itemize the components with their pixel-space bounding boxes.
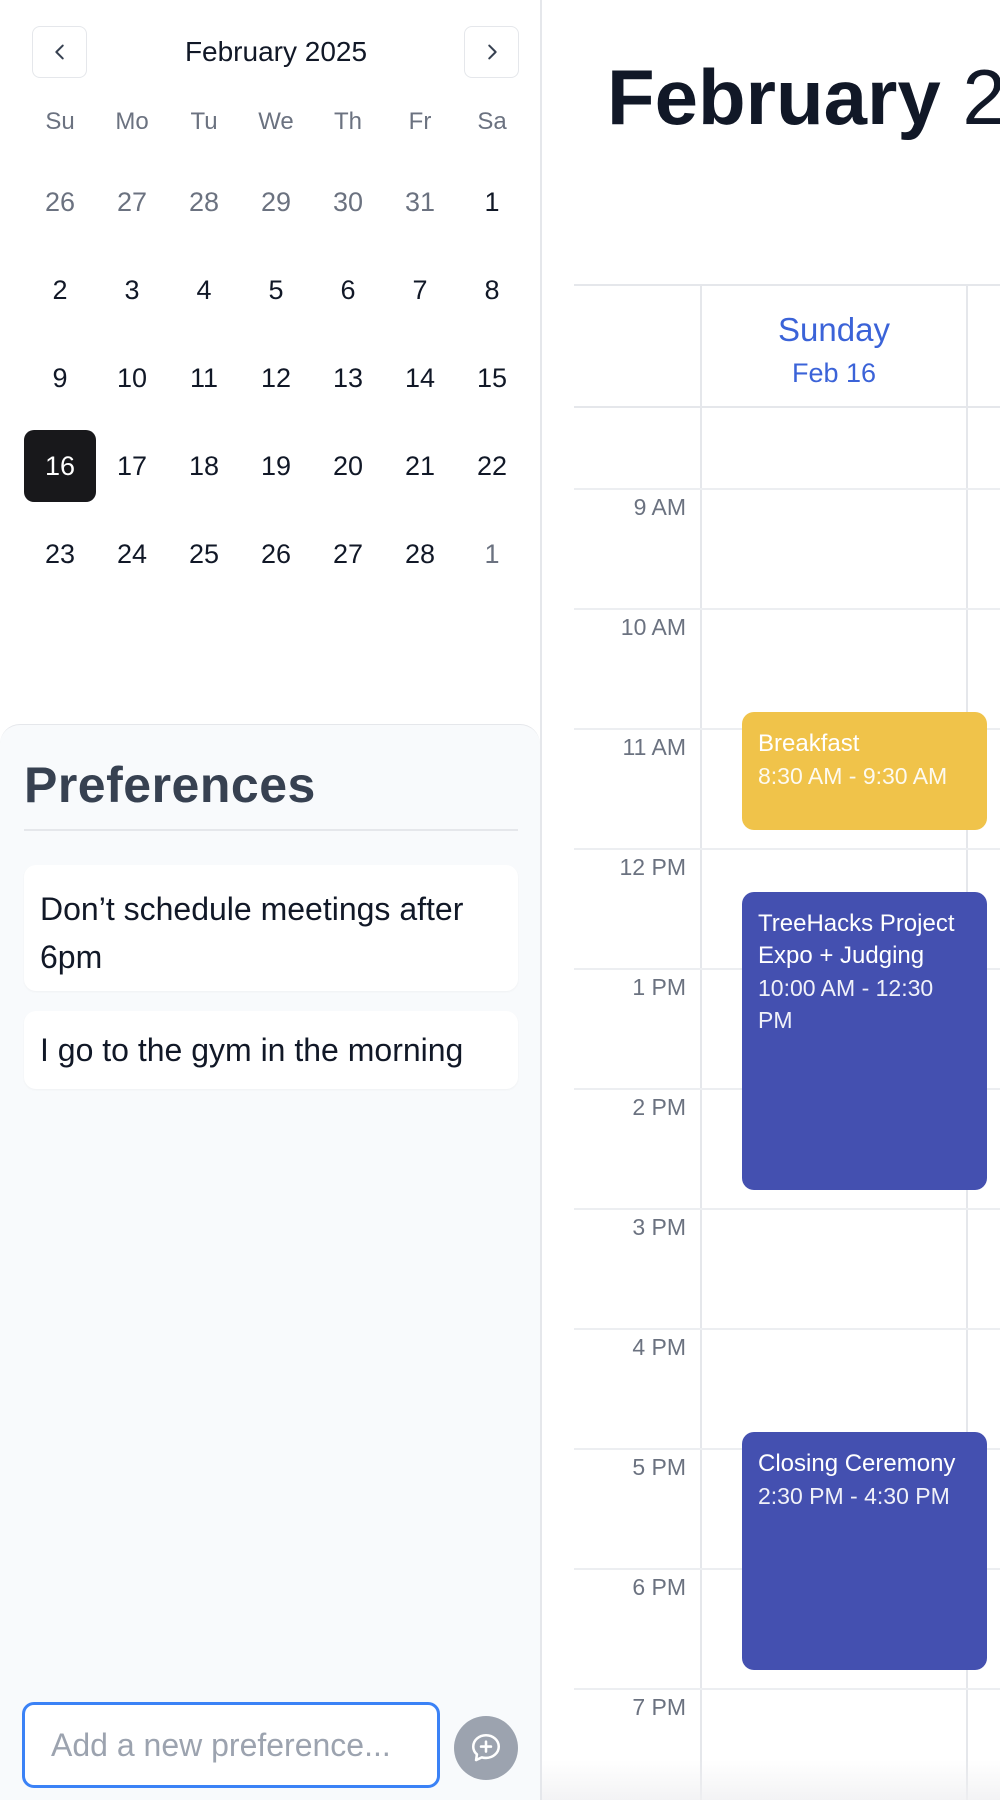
day-cell[interactable]: 5 [240, 254, 312, 326]
hour-label: 12 PM [619, 854, 686, 880]
day-cell[interactable]: 15 [456, 342, 528, 414]
day-cell[interactable]: 6 [312, 254, 384, 326]
hour-gridline [574, 848, 1000, 850]
day-cell[interactable]: 25 [168, 518, 240, 590]
calendar-title-month: February [607, 53, 941, 141]
header-separator [574, 406, 1000, 408]
hour-label: 10 AM [620, 614, 686, 640]
mini-calendar-day-grid: 26 27 28 29 30 31 1 2 3 4 5 6 7 8 9 10 11 12 13 14 15 16 17 18 1… [24, 160, 528, 600]
event-title: Breakfast [758, 730, 860, 757]
event-title: Closing Ceremony [758, 1450, 956, 1477]
day-cell[interactable]: 20 [312, 430, 384, 502]
calendar-title-year: 2025 [962, 53, 1000, 141]
chevron-left-icon [54, 44, 64, 60]
day-cell[interactable]: 1 [456, 518, 528, 590]
event-title: TreeHacks Project Expo + Judging [758, 910, 955, 969]
day-cell[interactable]: 18 [168, 430, 240, 502]
hour-label: 9 AM [633, 494, 686, 520]
day-cell[interactable]: 21 [384, 430, 456, 502]
day-cell[interactable]: 31 [384, 166, 456, 238]
hour-label: 11 AM [622, 734, 687, 760]
bottom-fade [542, 1760, 1000, 1800]
hour-label: 6 PM [632, 1574, 686, 1600]
day-cell[interactable]: 28 [384, 518, 456, 590]
day-cell[interactable]: 30 [312, 166, 384, 238]
day-cell[interactable]: 1 [456, 166, 528, 238]
hour-gridline [574, 1208, 1000, 1210]
day-cell[interactable]: 3 [96, 254, 168, 326]
day-cell[interactable]: 11 [168, 342, 240, 414]
preferences-title: Preferences [24, 757, 316, 813]
weekday-label: We [258, 108, 294, 135]
event-treehacks-expo[interactable]: TreeHacks Project Expo + Judging 10:00 A… [742, 892, 987, 1190]
event-breakfast[interactable]: Breakfast 8:30 AM - 9:30 AM [742, 712, 987, 830]
day-cell[interactable]: 13 [312, 342, 384, 414]
weekday-label: Mo [115, 108, 149, 135]
hour-gridline [574, 488, 1000, 490]
event-time: 10:00 AM - 12:30 PM [758, 975, 934, 1033]
day-cell[interactable]: 26 [24, 166, 96, 238]
day-cell[interactable]: 12 [240, 342, 312, 414]
day-grid: Sunday Feb 16 9 AM 10 AM 11 AM 12 PM 1 PM 2 P… [574, 284, 1000, 1800]
time-column-divider [700, 284, 702, 1800]
day-cell-selected[interactable]: 16 [24, 430, 96, 502]
hour-gridline [574, 1328, 1000, 1330]
mini-calendar-month-label: February 2025 [184, 36, 368, 67]
weekday-header-row: Su Mo Tu We Th Fr Sa [24, 102, 528, 142]
hour-label: 3 PM [632, 1214, 686, 1240]
event-closing-ceremony[interactable]: Closing Ceremony 2:30 PM - 4:30 PM [742, 1432, 987, 1670]
weekday-label: Su [45, 108, 75, 135]
prev-month-button[interactable] [32, 26, 87, 78]
day-cell[interactable]: 23 [24, 518, 96, 590]
day-cell[interactable]: 17 [96, 430, 168, 502]
day-cell[interactable]: 2 [24, 254, 96, 326]
hour-label: 5 PM [632, 1454, 686, 1480]
preferences-panel: Preferences Don’t schedule meetings afte… [0, 724, 540, 1800]
day-cell[interactable]: 26 [240, 518, 312, 590]
day-cell[interactable]: 7 [384, 254, 456, 326]
weekday-label: Sa [477, 108, 507, 135]
day-cell[interactable]: 9 [24, 342, 96, 414]
weekday-label: Fr [408, 108, 432, 135]
hour-label: 7 PM [632, 1694, 686, 1720]
chevron-right-icon [487, 44, 497, 60]
preferences-divider [24, 829, 518, 831]
event-time: 2:30 PM - 4:30 PM [758, 1483, 950, 1509]
day-cell[interactable]: 28 [168, 166, 240, 238]
new-preference-input[interactable] [22, 1702, 440, 1788]
day-cell[interactable]: 4 [168, 254, 240, 326]
grid-top-border [574, 284, 1000, 286]
day-cell[interactable]: 19 [240, 430, 312, 502]
hour-label: 2 PM [632, 1094, 686, 1120]
calendar-title: February 2025 [607, 52, 1000, 142]
chat-plus-icon [471, 1733, 501, 1762]
day-cell[interactable]: 27 [312, 518, 384, 590]
weekday-label: Th [333, 108, 362, 135]
hour-gridline [574, 1688, 1000, 1690]
day-name: Sunday [778, 311, 890, 348]
preference-item[interactable]: Don’t schedule meetings after 6pm [24, 865, 518, 991]
day-cell[interactable]: 22 [456, 430, 528, 502]
day-cell[interactable]: 10 [96, 342, 168, 414]
left-sidebar: February 2025 Su Mo Tu We Th Fr Sa 26 27 28 29 30 3… [0, 0, 542, 1800]
day-cell[interactable]: 24 [96, 518, 168, 590]
next-month-button[interactable] [464, 26, 519, 78]
day-cell[interactable]: 8 [456, 254, 528, 326]
day-calendar-view: February 2025 Sunday Feb 16 9 AM 10 AM 11 … [542, 0, 1000, 1800]
weekday-label: Tu [190, 108, 218, 135]
day-column-header[interactable]: Sunday Feb 16 [702, 308, 966, 394]
day-cell[interactable]: 29 [240, 166, 312, 238]
add-preference-button[interactable] [454, 1716, 518, 1780]
event-time: 8:30 AM - 9:30 AM [758, 763, 948, 789]
day-date: Feb 16 [791, 358, 877, 388]
hour-label: 4 PM [632, 1334, 686, 1360]
day-cell[interactable]: 27 [96, 166, 168, 238]
hour-label: 1 PM [632, 974, 686, 1000]
day-cell[interactable]: 14 [384, 342, 456, 414]
preference-item[interactable]: I go to the gym in the morning [24, 1011, 518, 1089]
hour-gridline [574, 608, 1000, 610]
